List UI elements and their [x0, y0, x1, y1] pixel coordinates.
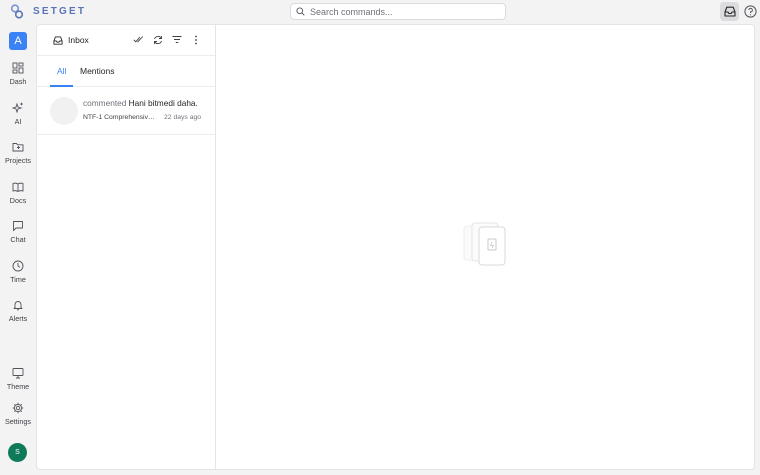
item-message: Hani bitmedi daha.: [128, 98, 198, 108]
inbox-actions: [133, 34, 201, 45]
help-icon: [744, 5, 757, 18]
nav-item-chat[interactable]: Chat: [0, 220, 36, 244]
more-options-button[interactable]: [190, 34, 201, 45]
inbox-list-panel: Inbox All Mentions commented Hani bitmed…: [36, 24, 216, 470]
filter-button[interactable]: [171, 34, 182, 45]
nav-item-theme[interactable]: Theme: [0, 367, 36, 391]
nav-rail: A Dash AI Projects Docs Chat Time Alerts…: [0, 24, 36, 475]
double-check-icon: [133, 36, 144, 43]
item-action: commented: [83, 98, 127, 108]
inbox-title-text: Inbox: [68, 35, 89, 45]
tab-all[interactable]: All: [57, 66, 66, 76]
logo-icon: [10, 4, 24, 19]
nav-item-projects[interactable]: Projects: [0, 141, 36, 165]
list-item[interactable]: commented Hani bitmedi daha. NTF-1 Compr…: [37, 87, 215, 135]
clock-icon: [12, 260, 24, 272]
search-icon: [296, 7, 305, 16]
nav-item-label: Theme: [6, 382, 30, 391]
dashboard-icon: [12, 62, 24, 74]
item-time: 22 days ago: [164, 114, 202, 121]
nav-item-label: Docs: [9, 196, 27, 205]
inbox-icon: [53, 36, 63, 45]
nav-item-ai[interactable]: AI: [0, 102, 36, 126]
nav-item-label: Alerts: [8, 314, 28, 323]
search-input[interactable]: [310, 6, 500, 17]
avatar: [50, 97, 78, 125]
inbox-icon: [723, 6, 736, 17]
refresh-icon: [153, 35, 162, 44]
inbox-button[interactable]: [720, 2, 739, 21]
nav-item-label: Chat: [10, 235, 26, 244]
nav-item-settings[interactable]: Settings: [0, 402, 36, 426]
filter-icon: [172, 36, 181, 43]
message-icon: [13, 221, 23, 231]
nav-item-label: Settings: [5, 417, 31, 426]
inbox-title: Inbox: [53, 35, 89, 45]
inbox-tabs: All Mentions: [37, 56, 215, 87]
item-project: NTF-1 Comprehensive Mobile App Overhaul: [83, 114, 155, 121]
nav-item-docs[interactable]: Docs: [0, 181, 36, 205]
search-box[interactable]: [290, 3, 506, 20]
nav-item-time[interactable]: Time: [0, 260, 36, 284]
sparkles-icon: [12, 102, 23, 114]
tab-mentions[interactable]: Mentions: [80, 66, 115, 76]
inbox-detail-panel: [216, 24, 755, 470]
nav-item-alerts[interactable]: Alerts: [0, 299, 36, 323]
app-logo[interactable]: SETGET: [10, 4, 86, 19]
help-button[interactable]: [744, 5, 757, 18]
nav-item-label: AI: [14, 117, 22, 126]
nav-item-dash[interactable]: Dash: [0, 62, 36, 86]
empty-state-icon: [463, 222, 506, 266]
logo-text: SETGET: [33, 6, 87, 17]
user-avatar[interactable]: S: [8, 443, 27, 462]
workspace-avatar[interactable]: A: [9, 32, 27, 50]
nav-item-label: Dash: [9, 77, 27, 86]
bell-icon: [13, 301, 23, 311]
item-meta: NTF-1 Comprehensive Mobile App Overhaul …: [83, 114, 201, 121]
more-vertical-icon: [194, 35, 197, 44]
item-summary: commented Hani bitmedi daha.: [83, 98, 198, 108]
book-icon: [12, 182, 24, 193]
inbox-header: Inbox: [37, 25, 215, 56]
mark-all-read-button[interactable]: [133, 34, 144, 45]
folder-icon: [12, 143, 24, 152]
monitor-icon: [12, 368, 24, 379]
top-bar: SETGET: [0, 0, 760, 24]
refresh-button[interactable]: [152, 34, 163, 45]
nav-item-label: Time: [10, 275, 26, 284]
nav-item-label: Projects: [5, 156, 31, 165]
gear-icon: [12, 402, 24, 414]
